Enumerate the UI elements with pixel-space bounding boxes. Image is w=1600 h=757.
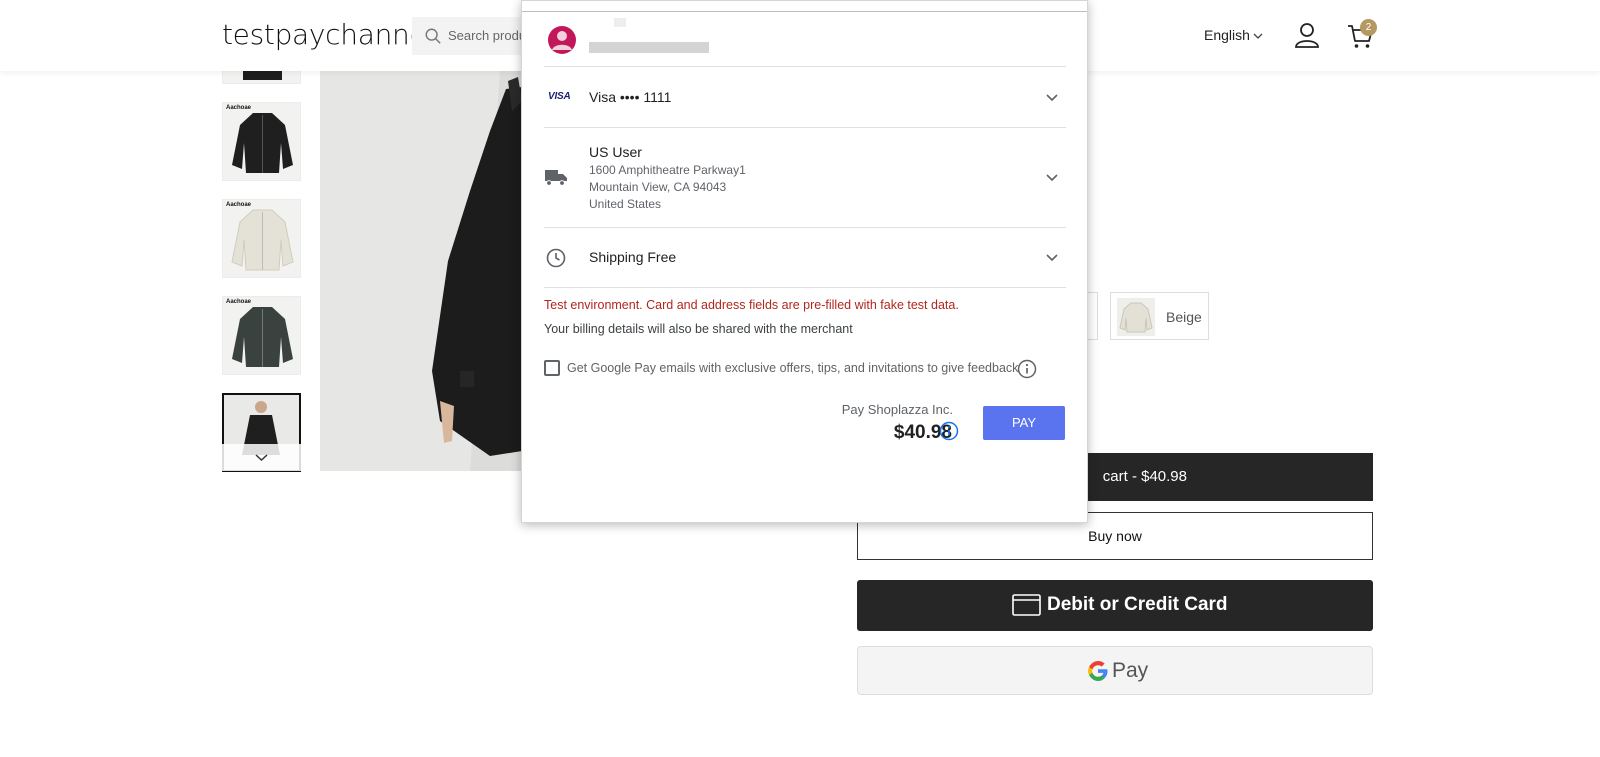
variant-label: Beige xyxy=(1166,309,1202,325)
avatar xyxy=(548,26,576,54)
google-pay-label: Pay xyxy=(1112,659,1149,682)
account-icon[interactable] xyxy=(1294,22,1320,48)
add-to-cart-label: cart - $40.98 xyxy=(1102,468,1187,485)
merchant-label: Pay Shoplazza Inc. xyxy=(841,402,953,417)
product-thumbnail[interactable]: Aachoae xyxy=(222,296,301,375)
redacted-text xyxy=(589,42,709,53)
google-g-icon xyxy=(1088,661,1108,681)
credit-card-icon xyxy=(1012,594,1041,616)
address-line2: Mountain View, CA 94043 xyxy=(589,180,727,194)
card-label: Visa •••• 1111 xyxy=(589,89,672,105)
debit-credit-card-button[interactable]: Debit or Credit Card xyxy=(857,580,1373,631)
chevron-down-icon xyxy=(1046,254,1058,262)
search-icon xyxy=(425,28,441,44)
product-thumbnail[interactable]: Aachoae xyxy=(222,102,301,181)
thumbnail-brand: Aachoae xyxy=(226,202,252,208)
product-main-image[interactable] xyxy=(320,71,522,471)
shipping-option-label: Shipping Free xyxy=(589,249,677,265)
thumbnail-strip: Aachoae Aachoae Aachoae xyxy=(222,24,302,472)
redacted-text xyxy=(614,18,626,27)
email-optin-checkbox[interactable] xyxy=(544,360,560,376)
thumbnail-brand: Aachoae xyxy=(226,105,252,111)
chevron-down-icon[interactable] xyxy=(1253,31,1263,41)
shipping-option-row[interactable]: Shipping Free xyxy=(544,228,1066,288)
thumbnail-scroll-down[interactable] xyxy=(222,444,301,471)
language-selector[interactable]: English xyxy=(1204,27,1250,43)
cart-count-badge: 2 xyxy=(1360,19,1377,36)
truck-icon xyxy=(545,170,567,186)
address-country: United States xyxy=(589,197,662,211)
variant-swatch-beige[interactable]: Beige xyxy=(1110,292,1209,340)
total-amount: $40.98 xyxy=(893,422,952,443)
email-optin-label[interactable]: Get Google Pay emails with exclusive off… xyxy=(567,361,1018,375)
product-thumbnail[interactable]: Aachoae xyxy=(222,199,301,278)
billing-note: Your billing details will also be shared… xyxy=(544,322,853,336)
info-icon[interactable] xyxy=(1017,359,1037,379)
variant-thumbnail xyxy=(1117,298,1155,336)
google-pay-sheet: VISA Visa •••• 1111 US User 1600 Amphith… xyxy=(521,0,1088,523)
pay-button[interactable]: PAY xyxy=(983,406,1065,440)
info-icon[interactable] xyxy=(939,421,959,441)
chevron-down-icon xyxy=(1046,174,1058,182)
shipping-address-row[interactable]: US User 1600 Amphitheatre Parkway1 Mount… xyxy=(544,128,1066,228)
account-row[interactable] xyxy=(544,11,1066,67)
address-name: US User xyxy=(589,144,642,160)
card-button-label: Debit or Credit Card xyxy=(1047,594,1228,615)
store-logo[interactable]: testpaychannel xyxy=(222,18,434,51)
chevron-down-icon xyxy=(255,454,268,462)
chevron-down-icon xyxy=(1046,94,1058,102)
clock-icon xyxy=(546,248,566,268)
address-line1: 1600 Amphitheatre Parkway1 xyxy=(589,163,746,177)
payment-method-row[interactable]: VISA Visa •••• 1111 xyxy=(544,67,1066,128)
test-environment-warning: Test environment. Card and address field… xyxy=(544,298,959,312)
visa-icon: VISA xyxy=(548,91,571,102)
google-pay-button[interactable]: Pay xyxy=(857,646,1373,695)
thumbnail-brand: Aachoae xyxy=(226,299,252,305)
